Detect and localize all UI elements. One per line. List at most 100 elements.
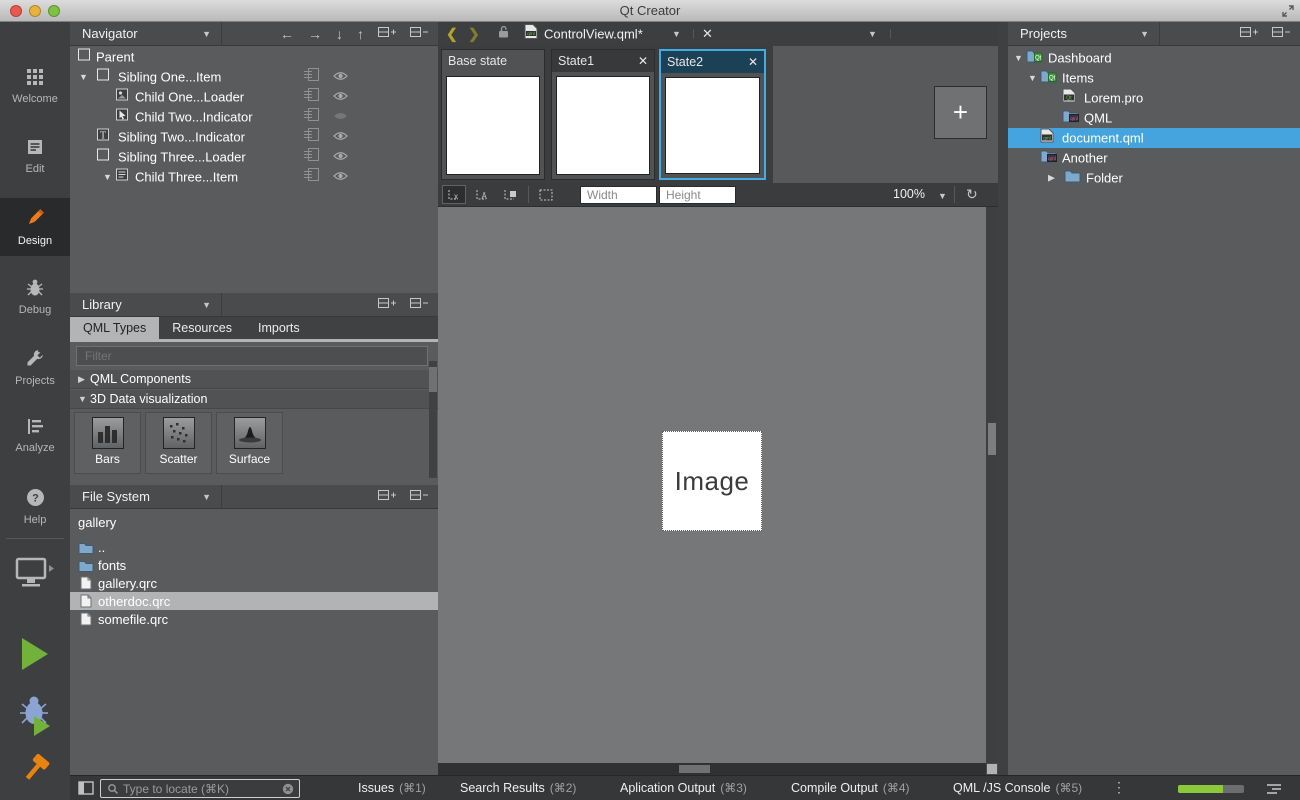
back-icon[interactable]: ❮ <box>446 26 458 43</box>
library-filter-input[interactable] <box>76 346 428 366</box>
remove-state-icon[interactable]: ✕ <box>638 54 648 68</box>
zoom-dropdown-icon[interactable]: ▼ <box>938 191 947 201</box>
project-item-label[interactable]: QML <box>1084 111 1112 126</box>
navigator-row[interactable]: Sibling Three...Loader <box>70 147 438 167</box>
resize-icon[interactable] <box>1281 4 1295 23</box>
clear-icon[interactable] <box>282 783 294 795</box>
filesystem-row[interactable]: gallery.qrc <box>70 574 438 592</box>
export-icon[interactable] <box>304 148 319 166</box>
filesystem-row[interactable]: fonts <box>70 556 438 574</box>
add-state-button[interactable]: + <box>934 86 987 139</box>
mode-projects[interactable]: Projects <box>0 338 70 396</box>
filesystem-pane-selector[interactable]: File System ▼ <box>70 485 222 508</box>
export-icon[interactable] <box>304 168 319 186</box>
canvas-horizontal-scrollbar[interactable] <box>438 763 986 775</box>
export-icon[interactable] <box>304 88 319 106</box>
locator-input[interactable] <box>123 782 282 796</box>
project-item-label[interactable]: Items <box>1062 71 1094 86</box>
scrollbar-thumb[interactable] <box>429 367 437 392</box>
image-qml-item[interactable]: Image <box>662 431 762 531</box>
navigator-row[interactable]: T Sibling Two...Indicator <box>70 127 438 147</box>
no-snapping-button[interactable]: x <box>442 185 466 204</box>
current-document-label[interactable]: ControlView.qml* <box>544 27 643 42</box>
mode-analyze[interactable]: Analyze <box>0 408 70 466</box>
section-qml-components[interactable]: ▶ QML Components <box>70 370 438 389</box>
project-row[interactable]: qml QML <box>1008 108 1300 128</box>
navigator-item-label[interactable]: Sibling One...Item <box>118 70 221 85</box>
export-icon[interactable] <box>304 108 319 126</box>
toggle-sidebar-icon[interactable] <box>78 781 94 800</box>
project-row[interactable]: ▶ Folder <box>1008 168 1300 188</box>
refresh-icon[interactable]: ↻ <box>966 186 978 203</box>
state-card-state2-selected[interactable]: State2 ✕ <box>659 49 766 180</box>
visibility-eye-hidden-icon[interactable] <box>333 108 348 126</box>
split-remove-icon[interactable] <box>410 489 428 504</box>
split-remove-icon[interactable] <box>410 26 428 41</box>
library-scrollbar[interactable] <box>429 361 437 478</box>
split-add-icon[interactable] <box>378 489 396 504</box>
filesystem-row-selected[interactable]: otherdoc.qrc <box>70 592 438 610</box>
pane-search-results[interactable]: Search Results (⌘2) <box>460 776 576 800</box>
form-editor-canvas[interactable]: Image <box>438 207 986 763</box>
move-up-icon[interactable]: ↑ <box>357 26 364 42</box>
move-down-icon[interactable]: ↓ <box>336 26 343 42</box>
pane-compile-output[interactable]: Compile Output (⌘4) <box>791 776 910 800</box>
library-item-bars[interactable]: Bars <box>74 412 141 474</box>
project-item-label[interactable]: Dashboard <box>1048 51 1112 66</box>
zoom-level-label[interactable]: 100% <box>893 187 925 201</box>
visibility-eye-icon[interactable] <box>333 148 348 166</box>
navigator-row[interactable]: ▼ Sibling One...Item <box>70 67 438 87</box>
export-icon[interactable] <box>304 68 319 86</box>
remove-state-icon[interactable]: ✕ <box>748 55 758 69</box>
project-item-label[interactable]: document.qml <box>1062 131 1144 146</box>
expand-arrow-icon[interactable]: ▼ <box>103 172 112 182</box>
move-right-icon[interactable]: → <box>308 26 322 42</box>
navigator-item-label[interactable]: Sibling Two...Indicator <box>118 130 245 145</box>
navigator-item-label[interactable]: Sibling Three...Loader <box>118 150 246 165</box>
navigator-item-label[interactable]: Child One...Loader <box>135 90 244 105</box>
pane-qml-js-console[interactable]: QML /JS Console (⌘5) <box>953 776 1082 800</box>
visibility-eye-icon[interactable] <box>333 128 348 146</box>
split-add-icon[interactable] <box>1240 26 1258 41</box>
collapsed-arrow-icon[interactable]: ▶ <box>1048 173 1055 184</box>
state-card-base[interactable]: Base state <box>441 49 545 180</box>
expand-arrow-icon[interactable]: ▼ <box>1028 73 1037 83</box>
section-3d-data-visualization[interactable]: ▼ 3D Data visualization <box>70 390 438 409</box>
kit-selector-button[interactable] <box>14 557 58 594</box>
run-button[interactable] <box>22 638 48 670</box>
mode-help[interactable]: ? Help <box>0 478 70 536</box>
visibility-eye-icon[interactable] <box>333 68 348 86</box>
library-pane-selector[interactable]: Library ▼ <box>70 293 222 316</box>
tab-resources[interactable]: Resources <box>159 317 245 339</box>
filesystem-row[interactable]: .. <box>70 538 438 556</box>
pane-issues[interactable]: Issues (⌘1) <box>358 776 426 800</box>
minimize-traffic-light[interactable] <box>29 5 41 17</box>
project-row[interactable]: qml Another <box>1008 148 1300 168</box>
filesystem-row[interactable]: somefile.qrc <box>70 610 438 628</box>
state-thumbnail[interactable] <box>556 76 650 175</box>
tab-qml-types[interactable]: QML Types <box>70 317 159 339</box>
split-remove-icon[interactable] <box>1272 26 1290 41</box>
expand-arrow-icon[interactable]: ▼ <box>1014 53 1023 63</box>
project-item-label[interactable]: Lorem.pro <box>1084 91 1143 106</box>
mode-design[interactable]: Design <box>0 198 70 256</box>
navigator-item-label[interactable]: Child Two...Indicator <box>135 110 253 125</box>
close-traffic-light[interactable] <box>10 5 22 17</box>
more-panes-icon[interactable]: ⋮ <box>1112 779 1126 796</box>
pane-application-output[interactable]: Aplication Output (⌘3) <box>620 776 747 800</box>
navigator-row[interactable]: Child Two...Indicator <box>70 107 438 127</box>
locator-field[interactable] <box>100 779 300 798</box>
project-item-label[interactable]: Another <box>1062 151 1108 166</box>
width-input[interactable] <box>580 186 657 204</box>
close-document-icon[interactable]: ✕ <box>702 26 713 42</box>
scrollbar-thumb[interactable] <box>988 423 996 455</box>
snapping-margins-button[interactable] <box>498 185 522 204</box>
build-button[interactable] <box>16 750 54 793</box>
state-card-state1[interactable]: State1 ✕ <box>551 49 655 180</box>
tab-imports[interactable]: Imports <box>245 317 313 339</box>
navigator-item-label[interactable]: Parent <box>96 50 134 65</box>
debug-run-button[interactable] <box>14 692 58 741</box>
split-add-icon[interactable] <box>378 297 396 312</box>
project-row[interactable]: ▼ Qt Items <box>1008 68 1300 88</box>
visibility-eye-icon[interactable] <box>333 88 348 106</box>
